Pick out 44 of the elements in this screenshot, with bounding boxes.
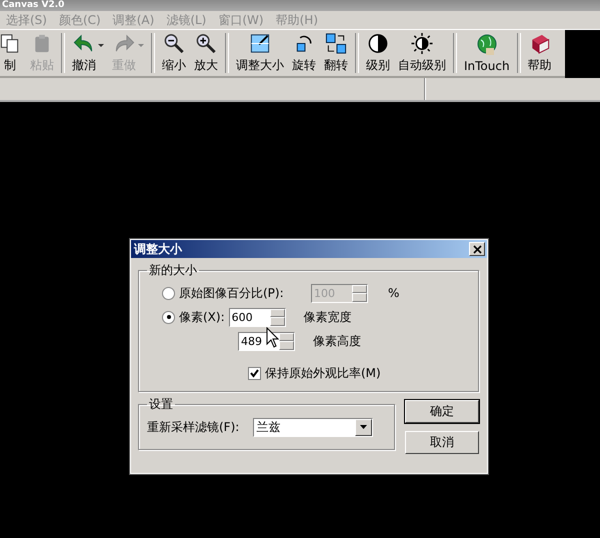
unit-label: % — [388, 286, 400, 300]
resize-icon — [248, 32, 272, 55]
close-icon — [472, 244, 482, 254]
dialog-button[interactable]: 确定 — [405, 400, 479, 423]
height-field[interactable]: 489 — [238, 332, 295, 350]
globe-icon — [474, 33, 499, 57]
dialog-button[interactable]: 取消 — [405, 431, 479, 454]
radio-label: 原始图像百分比(P): — [179, 284, 285, 302]
checkbox-label: 保持原始外观比率(M) — [265, 364, 381, 382]
mouse-cursor-icon — [266, 327, 280, 349]
group-title: 设置 — [148, 396, 174, 413]
field-caption: 像素宽度 — [304, 308, 352, 326]
flip-icon — [324, 32, 348, 55]
zoom-out-icon — [162, 32, 186, 55]
checkbox[interactable] — [248, 366, 261, 380]
filter-label: 重新采样滤镜(F): — [147, 418, 240, 436]
zoom-in-icon — [194, 32, 218, 55]
toolbar-button[interactable]: 调整大小 — [232, 30, 288, 76]
group-title: 新的大小 — [148, 262, 198, 279]
toolbar-button[interactable]: 翻转 — [320, 30, 352, 76]
spin-arrows-icon[interactable] — [279, 332, 294, 350]
radio-button[interactable] — [162, 286, 175, 300]
radio-label: 像素(X): — [179, 308, 225, 326]
toolbar-button[interactable]: 缩小 — [158, 30, 190, 76]
toolbar-button[interactable]: 制 — [0, 30, 26, 76]
brightness-icon — [410, 32, 434, 55]
spin-arrows-icon[interactable] — [270, 308, 285, 326]
filter-dropdown[interactable]: 兰兹 — [253, 418, 374, 436]
width-field[interactable]: 600 — [228, 308, 286, 326]
window-title: Canvas V2.0 — [2, 0, 64, 11]
toolbar-button[interactable]: 自动级别 — [394, 30, 450, 76]
contrast-icon — [366, 32, 390, 55]
toolbar-button[interactable]: 级别 — [362, 30, 394, 76]
dialog-title: 调整大小 — [134, 240, 182, 258]
toolbar-button[interactable]: 帮助 — [524, 30, 556, 76]
toolbar-button[interactable]: 旋转 — [288, 30, 320, 76]
toolbar-button[interactable]: InTouch — [460, 30, 514, 76]
radio-button[interactable] — [162, 310, 175, 324]
toolbar-button[interactable]: 撤消 — [68, 30, 100, 76]
field-caption: 像素高度 — [313, 332, 361, 350]
spin-arrows-icon[interactable] — [352, 284, 367, 302]
close-button[interactable] — [469, 242, 485, 256]
toolbar-button[interactable]: 放大 — [190, 30, 222, 76]
dropdown-arrow-icon — [360, 425, 368, 429]
